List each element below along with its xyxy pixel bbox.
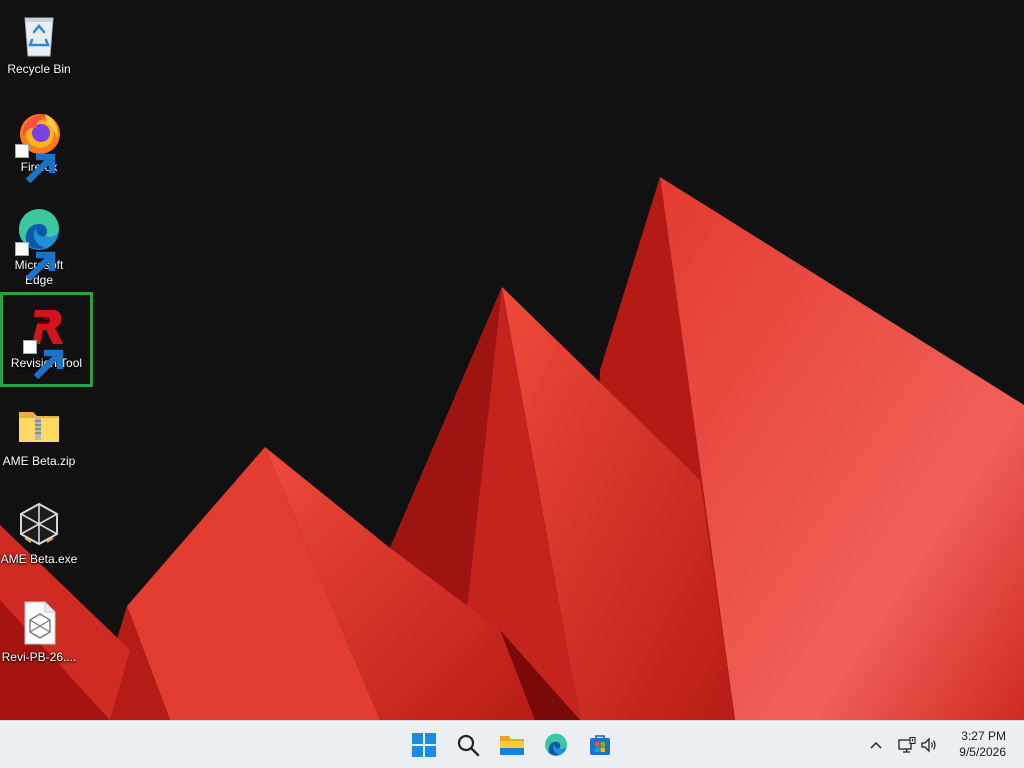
desktop-icon-label: AME Beta.exe	[0, 552, 78, 566]
shortcut-arrow-icon	[15, 242, 56, 282]
taskbar: 3:27 PM 9/5/2026	[0, 720, 1024, 768]
edge-icon	[545, 733, 567, 756]
desktop-icon-ame-beta-zip[interactable]: AME Beta.zip	[0, 396, 78, 486]
shortcut-arrow-icon	[15, 144, 56, 184]
windows-logo-icon	[412, 733, 436, 757]
network-icon	[898, 737, 916, 753]
search-button[interactable]	[448, 725, 488, 765]
recycle-bin-icon	[24, 17, 54, 57]
shortcut-arrow-icon	[22, 340, 63, 380]
folder-icon	[500, 736, 524, 755]
edge-taskbar-button[interactable]	[536, 725, 576, 765]
clock-time: 3:27 PM	[961, 729, 1006, 743]
search-icon	[457, 734, 480, 757]
desktop-icon-ame-beta-exe[interactable]: AME Beta.exe	[0, 494, 78, 584]
desktop-icon-microsoft-edge[interactable]: Microsoft Edge	[0, 200, 78, 290]
desktop-icon-revision-tool[interactable]: Revision Tool	[0, 292, 93, 387]
chevron-up-icon	[870, 741, 882, 749]
desktop: Recycle Bin Firefox Microsoft Edge Revis…	[0, 0, 1024, 720]
store-icon	[590, 735, 610, 755]
network-volume-tray-button[interactable]	[896, 731, 940, 759]
store-button[interactable]	[580, 725, 620, 765]
desktop-icon-firefox[interactable]: Firefox	[0, 102, 78, 192]
desktop-icon-label: Recycle Bin	[7, 62, 71, 76]
desktop-icon-recycle-bin[interactable]: Recycle Bin	[0, 4, 78, 94]
document-file-icon	[24, 601, 56, 645]
show-hidden-icons-button[interactable]	[866, 731, 886, 759]
desktop-icon-label: AME Beta.zip	[2, 454, 76, 468]
start-button[interactable]	[404, 725, 444, 765]
desktop-icon-label: Revi-PB-26....	[1, 650, 77, 664]
taskbar-clock[interactable]: 3:27 PM 9/5/2026	[959, 728, 1006, 760]
desktop-icon-revi-pb[interactable]: Revi-PB-26....	[0, 592, 78, 682]
cube-app-icon	[20, 502, 58, 546]
zip-folder-icon	[19, 412, 59, 442]
volume-icon	[921, 737, 936, 753]
clock-date: 9/5/2026	[959, 745, 1006, 759]
file-explorer-button[interactable]	[492, 725, 532, 765]
